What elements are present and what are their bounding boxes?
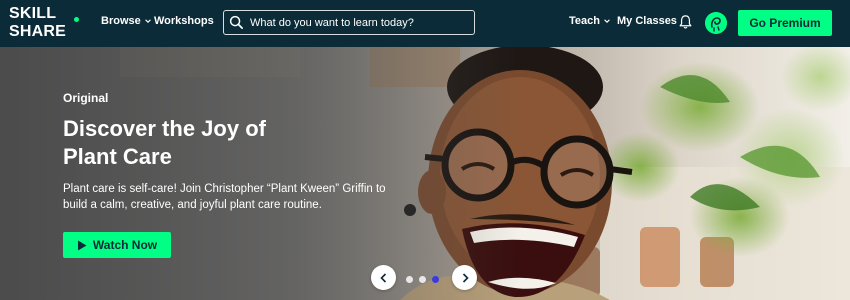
my-classes-label: My Classes — [617, 15, 677, 27]
carousel-dot-3[interactable] — [432, 276, 439, 283]
top-navigation-bar: SKILL SHARE Browse Workshops Teach My Cl… — [0, 0, 850, 47]
workshops-label: Workshops — [154, 15, 214, 27]
chevron-left-icon — [379, 272, 386, 283]
chevron-right-icon — [462, 272, 469, 283]
watch-now-label: Watch Now — [92, 238, 158, 252]
teach-menu[interactable]: Teach — [569, 15, 611, 27]
carousel-prev-button[interactable] — [371, 265, 396, 290]
search-input[interactable] — [244, 16, 474, 29]
hero-headline: Discover the Joy of Plant Care — [63, 116, 266, 169]
hero-banner: Original Discover the Joy of Plant Care … — [0, 47, 850, 300]
bell-icon[interactable] — [678, 14, 693, 30]
teach-label: Teach — [569, 15, 600, 27]
chevron-down-icon — [604, 19, 610, 23]
watch-now-button[interactable]: Watch Now — [63, 232, 171, 258]
play-icon — [77, 240, 87, 250]
skillshare-logo[interactable]: SKILL SHARE — [9, 6, 79, 42]
search-icon — [229, 15, 243, 29]
browse-label: Browse — [101, 15, 141, 27]
hero-eyebrow: Original — [63, 91, 109, 105]
go-premium-button[interactable]: Go Premium — [738, 10, 832, 36]
user-avatar[interactable] — [705, 12, 727, 34]
browse-menu[interactable]: Browse — [101, 15, 152, 27]
logo-dot — [74, 17, 79, 22]
carousel-dot-2[interactable] — [419, 276, 426, 283]
logo-line-1: SKILL — [9, 5, 57, 22]
workshops-link[interactable]: Workshops — [154, 15, 214, 27]
carousel-next-button[interactable] — [452, 265, 477, 290]
carousel-dot-1[interactable] — [406, 276, 413, 283]
my-classes-link[interactable]: My Classes — [617, 15, 677, 27]
hero-description: Plant care is self-care! Join Christophe… — [63, 183, 386, 211]
logo-line-2: SHARE — [9, 23, 67, 40]
avatar-icon — [705, 12, 727, 34]
hero-text-scrim — [0, 47, 520, 300]
search-bar[interactable] — [223, 10, 475, 35]
chevron-down-icon — [144, 19, 151, 23]
